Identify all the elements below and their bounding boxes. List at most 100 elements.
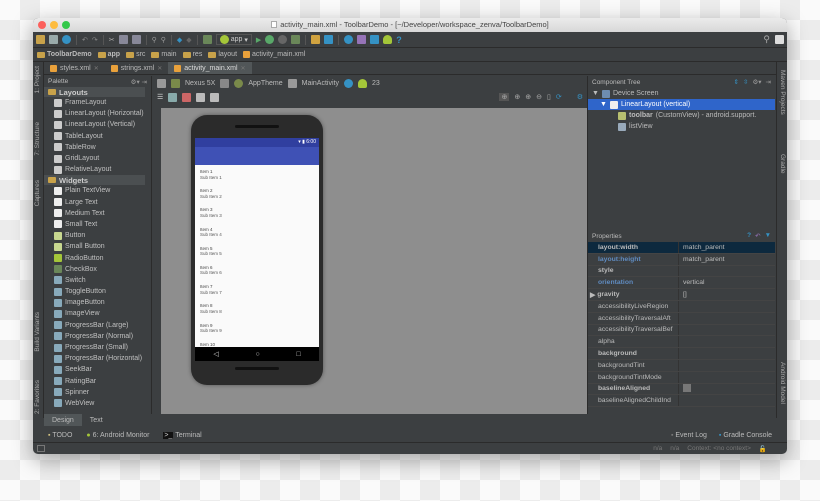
minimize-button[interactable] xyxy=(50,21,58,29)
list-item[interactable]: Item 6 Sub Item 6 xyxy=(195,261,319,280)
sdk-manager-icon[interactable] xyxy=(324,35,334,44)
tree-node[interactable]: ▼ LinearLayout (vertical) xyxy=(588,99,775,110)
list-item[interactable]: Item 9 Sub Item 9 xyxy=(195,319,319,338)
open-icon[interactable] xyxy=(36,35,45,44)
property-row[interactable]: accessibilityLiveRegion xyxy=(588,300,775,313)
expand-vertical-icon[interactable] xyxy=(210,92,220,102)
redo-icon[interactable]: ↷ xyxy=(92,36,98,44)
save-icon[interactable] xyxy=(49,35,58,44)
expand-all-icon[interactable]: ⇕ xyxy=(734,78,739,86)
menu-icon[interactable]: ☰ xyxy=(157,93,163,101)
tool-tab-favorites[interactable]: 2: Favorites xyxy=(34,380,41,414)
undo-icon[interactable]: ↶ xyxy=(82,36,88,44)
tool-tab-gradle[interactable]: Gradle xyxy=(779,154,786,174)
help-icon[interactable]: ? xyxy=(747,232,751,240)
palette-item[interactable]: CheckBox xyxy=(44,264,151,275)
property-row[interactable]: backgroundTint xyxy=(588,359,775,372)
breadcrumb-item[interactable]: main xyxy=(151,51,177,58)
tab-strings-xml[interactable]: strings.xml ✕ xyxy=(105,62,168,74)
palette-item[interactable]: ImageView xyxy=(44,308,151,319)
cut-icon[interactable]: ✂ xyxy=(109,36,115,44)
sync-gradle-icon[interactable] xyxy=(344,35,354,44)
gradle-console-tab[interactable]: ▪ Gradle Console xyxy=(719,432,772,439)
find-icon[interactable]: ⚲ xyxy=(152,36,157,44)
globe-icon[interactable] xyxy=(343,78,353,88)
palette-item[interactable]: Plain TextView xyxy=(44,185,151,196)
breadcrumb-item[interactable]: app xyxy=(97,51,120,58)
property-row[interactable]: layout:width match_parent xyxy=(588,242,775,254)
palette-item[interactable]: Small Button xyxy=(44,241,151,252)
list-item[interactable]: Item 8 Sub Item 8 xyxy=(195,299,319,318)
api-select[interactable]: 23 xyxy=(372,80,380,87)
expand-arrow-icon[interactable]: ▶ xyxy=(590,291,595,299)
breadcrumb-item[interactable]: res xyxy=(182,51,202,58)
palette-item[interactable]: ProgressBar (Horizontal) xyxy=(44,353,151,364)
run-icon[interactable]: ▶ xyxy=(256,36,261,44)
property-row[interactable]: baselineAlignedChildInd xyxy=(588,395,775,408)
terminal-tab[interactable]: >_ Terminal xyxy=(163,431,202,439)
activity-select[interactable]: MainActivity xyxy=(302,80,339,87)
palette-item[interactable]: RelativeLayout xyxy=(44,164,151,175)
make-project-icon[interactable] xyxy=(202,35,212,44)
list-item[interactable]: Item 3 Sub Item 3 xyxy=(195,203,319,222)
android-monitor-tab[interactable]: ● 6: Android Monitor xyxy=(86,432,149,439)
restore-default-icon[interactable]: ↶ xyxy=(755,232,760,240)
apply-changes-icon[interactable] xyxy=(291,35,301,44)
toggle-tool-windows-icon[interactable] xyxy=(37,445,45,452)
hide-icon[interactable]: ⇥ xyxy=(766,78,771,86)
tool-tab-structure[interactable]: 7: Structure xyxy=(34,122,41,156)
zoom-out-icon[interactable]: ⊖ xyxy=(536,93,542,101)
close-tab-icon[interactable]: ✕ xyxy=(94,65,99,72)
palette-item[interactable]: ImageButton xyxy=(44,297,151,308)
property-row[interactable]: accessibilityTraversalAft xyxy=(588,312,775,325)
user-icon[interactable] xyxy=(775,35,784,44)
palette-item[interactable]: Large Text xyxy=(44,197,151,208)
property-value[interactable]: [] xyxy=(679,291,687,298)
property-value[interactable]: vertical xyxy=(679,279,705,286)
device-select[interactable]: Nexus 5X xyxy=(185,80,215,87)
zoom-in-icon[interactable]: ⊕ xyxy=(525,93,531,101)
gear-icon[interactable]: ⚙▾ ⇥ xyxy=(131,78,147,86)
close-tab-icon[interactable]: ✕ xyxy=(241,65,246,72)
todo-tab[interactable]: ▪ TODO xyxy=(48,432,72,439)
event-log-tab[interactable]: ▪ Event Log xyxy=(671,432,707,439)
palette-item[interactable]: ProgressBar (Normal) xyxy=(44,331,151,342)
property-value[interactable] xyxy=(679,383,691,394)
palette-group-layouts[interactable]: Layouts xyxy=(44,87,145,97)
paste-icon[interactable] xyxy=(131,35,141,44)
gear-icon[interactable]: ⚙▾ xyxy=(752,78,761,86)
palette-item[interactable]: SeekBar xyxy=(44,364,151,375)
avd-manager-icon[interactable] xyxy=(357,35,367,44)
palette-item[interactable]: Medium Text xyxy=(44,208,151,219)
filter-icon[interactable]: ▼ xyxy=(765,232,771,240)
orientation-icon[interactable] xyxy=(220,78,230,88)
tree-node[interactable]: toolbar (CustomView) - android.support. xyxy=(588,110,775,121)
layout-variant-icon[interactable] xyxy=(157,78,166,88)
palette-item[interactable]: Small Text xyxy=(44,219,151,230)
property-row[interactable]: background xyxy=(588,348,775,360)
list-item[interactable]: Item 7 Sub Item 7 xyxy=(195,280,319,299)
list-item[interactable]: Item 2 Sub Item 2 xyxy=(195,184,319,203)
palette-item[interactable]: Spinner xyxy=(44,387,151,398)
palette-item[interactable]: ProgressBar (Large) xyxy=(44,320,151,331)
android-icon[interactable] xyxy=(383,35,393,44)
list-view[interactable]: Item 1 Sub Item 1 Item 2 Sub Item 2 Item 3 Su… xyxy=(195,165,319,357)
settings-gear-icon[interactable]: ⚙ xyxy=(577,93,583,101)
tool-tab-android-model[interactable]: Android Model xyxy=(779,362,786,404)
palette-item[interactable]: Switch xyxy=(44,275,151,286)
property-row[interactable]: style xyxy=(588,265,775,278)
palette-item[interactable]: GridLayout xyxy=(44,153,151,164)
property-value[interactable]: match_parent xyxy=(679,256,725,263)
collapse-all-icon[interactable]: ⇳ xyxy=(743,78,748,86)
expand-arrow-icon[interactable]: ▼ xyxy=(592,90,599,97)
palette-item[interactable]: RatingBar xyxy=(44,376,151,387)
actual-size-icon[interactable]: ⊕ xyxy=(514,93,520,101)
zoom-to-fit-icon[interactable]: ⊕ xyxy=(499,93,510,101)
preview-icon[interactable] xyxy=(168,92,178,102)
app-toolbar[interactable] xyxy=(195,147,319,165)
palette-item[interactable]: RadioButton xyxy=(44,252,151,263)
replace-icon[interactable]: ⚲ xyxy=(161,36,166,44)
android-device-monitor-icon[interactable] xyxy=(370,35,380,44)
palette-item[interactable]: FrameLayout xyxy=(44,97,151,108)
tree-node[interactable]: ▼ Device Screen xyxy=(588,88,775,99)
